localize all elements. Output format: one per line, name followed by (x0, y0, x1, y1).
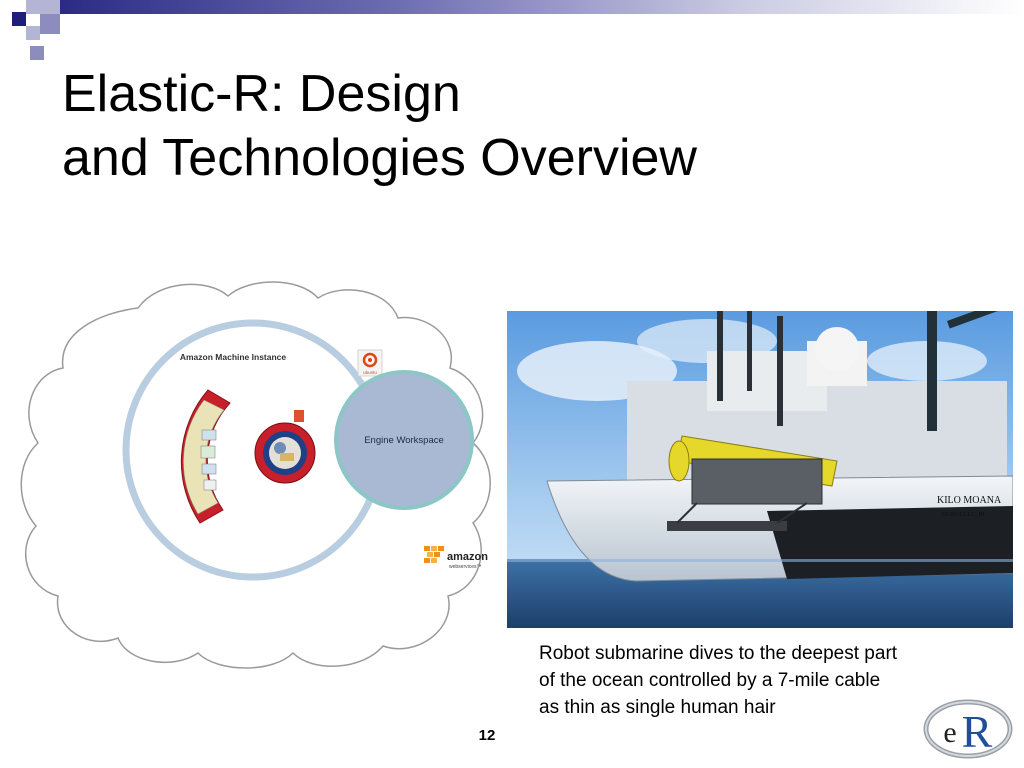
deco-square-5 (40, 0, 60, 14)
deco-square-4 (26, 26, 40, 40)
deco-square-1 (12, 12, 26, 26)
engine-workspace-label: Engine Workspace (364, 435, 444, 446)
logo-letter-r: R (962, 706, 993, 757)
photo-caption: Robot submarine dives to the deepest par… (539, 640, 979, 721)
slide-title: Elastic-R: Design and Technologies Overv… (62, 62, 697, 190)
ship-name: KILO MOANA (937, 495, 1002, 506)
elastic-r-logo: e R (922, 698, 1014, 760)
ubuntu-logo: ubuntu (357, 349, 383, 377)
logo-letter-e: e (943, 716, 956, 749)
aws-logo-main: amazon (447, 551, 488, 563)
page-number: 12 (478, 727, 496, 744)
architecture-diagram: Amazon Machine Instance ubuntu Engine Wo… (18, 278, 498, 673)
header-gradient-bar (60, 0, 1024, 14)
caption-line3: as thin as single human hair (539, 697, 776, 718)
caption-line2: of the ocean controlled by a 7-mile cabl… (539, 670, 881, 691)
deco-square-2 (26, 0, 40, 14)
deco-square-6 (30, 46, 44, 60)
instance-label: Amazon Machine Instance (180, 352, 287, 362)
slide-title-line1: Elastic-R: Design (62, 65, 461, 123)
deco-square-3 (40, 14, 60, 34)
ubuntu-label: ubuntu (363, 370, 377, 375)
caption-line1: Robot submarine dives to the deepest par… (539, 643, 898, 664)
ship-photo: KILO MOANA HONOLULU, HI. (507, 311, 1013, 628)
ship-port: HONOLULU, HI. (942, 512, 987, 518)
slide-title-line2: and Technologies Overview (62, 129, 697, 187)
aws-logo-sub: webservices™ (449, 564, 482, 570)
